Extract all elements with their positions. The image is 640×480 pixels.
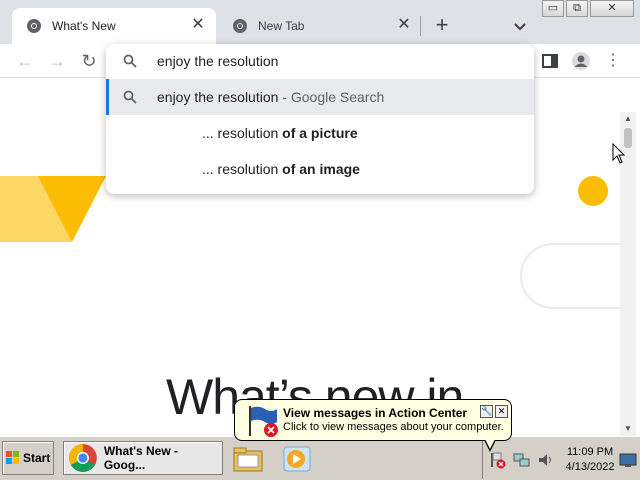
start-button[interactable]: Start (2, 441, 54, 475)
mouse-cursor-icon (612, 143, 626, 164)
file-explorer-icon[interactable] (232, 445, 264, 473)
back-button[interactable]: ← (16, 52, 34, 70)
network-icon[interactable] (513, 451, 531, 469)
suggestion-text: enjoy the resolution - Google Search (157, 89, 385, 105)
maximize-button[interactable]: ⧉ (566, 0, 588, 17)
balloon-tail-fill (485, 439, 495, 449)
task-button-label: What's New - Goog... (103, 444, 179, 472)
tab-new-tab[interactable]: New Tab ✕ (218, 8, 422, 44)
search-icon (123, 54, 137, 68)
suggestion-text: ... resolution of a picture (202, 125, 358, 141)
system-clock[interactable]: 11:09 PM 4/13/2022 (555, 445, 625, 475)
system-tray: 11:09 PM 4/13/2022 (482, 439, 640, 479)
chrome-icon (27, 19, 41, 33)
balloon-title: View messages in Action Center (283, 406, 468, 420)
chrome-icon (233, 19, 247, 33)
tab-close-button[interactable]: ✕ (190, 17, 206, 34)
minimize-button[interactable]: ▭ (542, 0, 564, 17)
action-center-balloon[interactable]: View messages in Action Center Click to … (234, 399, 512, 441)
decorative-yellow-shape (0, 176, 106, 242)
tab-divider (420, 16, 421, 36)
show-desktop-icon[interactable] (619, 451, 637, 469)
balloon-text: Click to view messages about your comput… (283, 421, 504, 433)
chrome-icon (68, 444, 97, 472)
taskbar: Start What's New - Goog... 11:09 PM 4/13… (0, 436, 640, 480)
tab-title: New Tab (258, 19, 305, 33)
tab-whats-new[interactable]: What's New ✕ (12, 8, 216, 44)
suggestion-row[interactable]: enjoy the resolution - Google Search (106, 79, 534, 115)
balloon-options-button[interactable]: 🔧 (480, 405, 493, 418)
tab-close-button[interactable]: ✕ (396, 17, 412, 34)
address-bar-input[interactable]: enjoy the resolution (157, 53, 278, 69)
chevron-down-icon[interactable] (510, 16, 530, 36)
suggestion-text: ... resolution of an image (202, 161, 360, 177)
action-center-flag-icon[interactable] (489, 451, 507, 469)
window-controls: ▭ ⧉ ✕ (542, 0, 636, 18)
side-panel-icon[interactable] (540, 51, 560, 71)
address-bar[interactable]: enjoy the resolution (106, 44, 534, 78)
windows-flag-icon (6, 451, 19, 464)
new-tab-button[interactable]: + (430, 14, 454, 38)
clock-time: 11:09 PM (566, 446, 614, 458)
media-player-icon[interactable] (282, 445, 314, 473)
tab-strip: What's New ✕ New Tab ✕ + ▭ ⧉ ✕ (0, 0, 640, 44)
start-label: Start (23, 451, 51, 465)
decorative-yellow-dot (578, 176, 608, 206)
balloon-close-button[interactable]: ✕ (495, 405, 508, 418)
chrome-menu-button[interactable]: ⋮ (604, 52, 622, 70)
tab-title: What's New (52, 19, 116, 33)
scroll-down-arrow[interactable]: ▼ (620, 422, 636, 436)
scroll-up-arrow[interactable]: ▲ (620, 112, 636, 126)
volume-icon[interactable] (537, 451, 555, 469)
omnibox-dropdown: enjoy the resolution enjoy the resolutio… (106, 44, 534, 194)
suggestion-row[interactable]: ... resolution of a picture (106, 115, 534, 151)
reload-button[interactable]: ↻ (80, 52, 98, 70)
taskbar-chrome-button[interactable]: What's New - Goog... (63, 441, 223, 475)
search-icon (123, 90, 137, 104)
suggestion-row[interactable]: ... resolution of an image (106, 151, 534, 187)
decorative-outline-shape (520, 243, 620, 309)
forward-button[interactable]: → (48, 52, 66, 70)
profile-avatar-icon[interactable] (571, 51, 591, 71)
action-center-flag-icon (249, 406, 278, 437)
window-close-button[interactable]: ✕ (590, 0, 634, 17)
clock-date: 4/13/2022 (565, 461, 615, 473)
